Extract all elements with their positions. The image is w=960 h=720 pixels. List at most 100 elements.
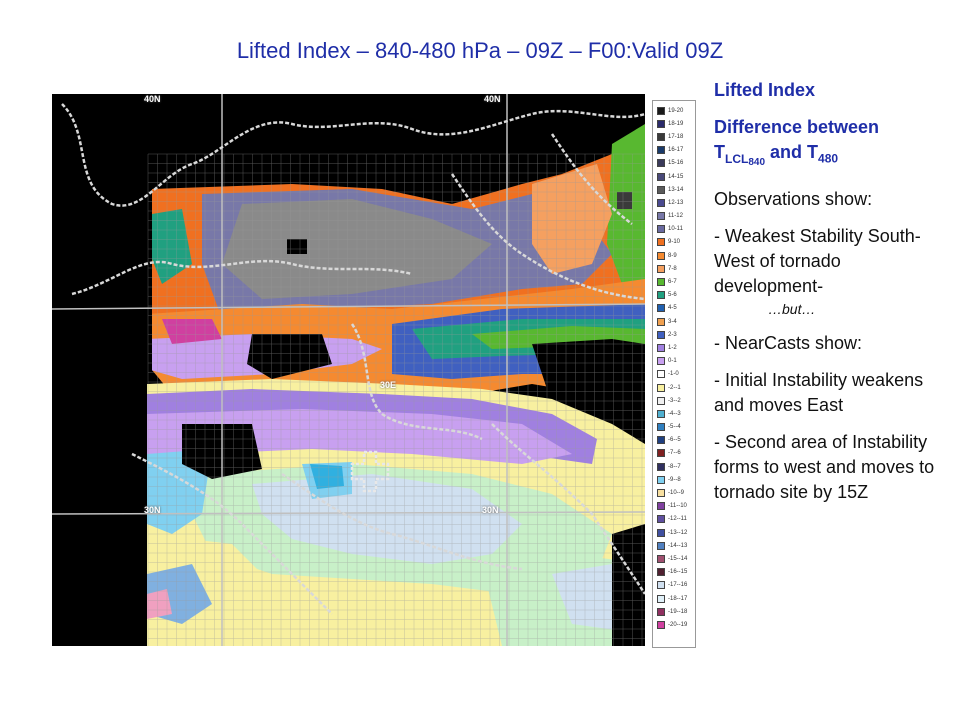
legend-label: 9-10 [668, 239, 681, 246]
legend-label: -5--4 [668, 424, 681, 431]
legend-item: 18-19 [653, 117, 695, 130]
legend-swatch [657, 330, 665, 339]
legend-swatch [657, 568, 665, 577]
legend-swatch [657, 528, 665, 537]
legend-label: -18--17 [668, 595, 688, 602]
legend-swatch [657, 291, 665, 300]
note-initial-instability: - Initial Instability weakens and moves … [714, 369, 924, 415]
legend-label: -20--19 [668, 621, 688, 628]
legend-swatch [657, 212, 665, 221]
legend-swatch [657, 594, 665, 603]
legend-label: -9--8 [668, 476, 681, 483]
legend-swatch [657, 198, 665, 207]
legend-label: -10--9 [668, 490, 685, 497]
legend-item: 19-20 [653, 104, 695, 117]
difference-label: Difference between [714, 117, 880, 137]
legend-swatch [657, 251, 665, 260]
legend-item: -14--13 [653, 539, 695, 552]
legend-label: -11--10 [668, 503, 687, 510]
legend-item: 10-11 [653, 223, 695, 236]
legend-swatch [657, 159, 665, 168]
legend-label: -2--1 [668, 384, 681, 391]
legend-item: -2--1 [653, 381, 695, 394]
legend-item: 2-3 [653, 328, 695, 341]
legend-swatch [657, 238, 665, 247]
legend-swatch [657, 119, 665, 128]
legend-label: -19--18 [668, 608, 688, 615]
legend-swatch [657, 489, 665, 498]
legend-label: 18-19 [668, 120, 684, 127]
legend-swatch [657, 343, 665, 352]
note-second-area: - Second area of Instability forms to we… [714, 431, 935, 502]
legend-swatch [657, 449, 665, 458]
legend-swatch [657, 225, 665, 234]
legend-label: -8--7 [668, 463, 681, 470]
lat-label-top-left: 40N [144, 94, 161, 104]
legend-label: -16--15 [668, 569, 688, 576]
legend-label: 2-3 [668, 331, 677, 338]
legend-item: 6-7 [653, 275, 695, 288]
legend-label: 7-8 [668, 265, 677, 272]
legend-swatch [657, 409, 665, 418]
lon-label-center: 30E [380, 380, 397, 390]
legend-swatch [657, 370, 665, 379]
slide-title: Lifted Index – 840-480 hPa – 09Z – F00:V… [236, 38, 724, 63]
legend-label: -17--16 [668, 582, 688, 589]
observations-label: Observations show: [714, 188, 873, 209]
lifted-index-map: 40N 40N 30E 30N 30N [52, 94, 645, 646]
legend-label: -4--3 [668, 410, 681, 417]
legend-item: -6--5 [653, 434, 695, 447]
legend-item: -19--18 [653, 605, 695, 618]
legend-swatch [657, 146, 665, 155]
legend-swatch [657, 172, 665, 181]
legend-label: 15-16 [668, 160, 684, 167]
side-notes: Lifted Index Difference between TLCL840 … [714, 78, 954, 505]
legend-item: -8--7 [653, 460, 695, 473]
legend-item: 16-17 [653, 144, 695, 157]
legend-swatch [657, 423, 665, 432]
legend-item: -13--12 [653, 526, 695, 539]
lat-label-bottom-left: 30N [144, 505, 161, 515]
legend-item: -18--17 [653, 592, 695, 605]
legend-label: 13-14 [668, 186, 684, 193]
legend-item: 13-14 [653, 183, 695, 196]
legend-item: 8-9 [653, 249, 695, 262]
legend-item: 5-6 [653, 289, 695, 302]
legend-label: -1-0 [668, 371, 679, 378]
legend-label: 11-12 [668, 213, 683, 220]
legend-item: -1-0 [653, 368, 695, 381]
legend-item: 17-18 [653, 130, 695, 143]
legend-item: -11--10 [653, 500, 695, 513]
legend-item: -12--11 [653, 513, 695, 526]
formula-line: TLCL840 and T480 [714, 142, 839, 168]
lat-label-bottom-right: 30N [482, 505, 499, 515]
lat-label-top-right: 40N [484, 94, 501, 104]
legend-swatch [657, 278, 665, 287]
legend-swatch [657, 462, 665, 471]
legend-swatch [657, 502, 665, 511]
legend-item: -4--3 [653, 407, 695, 420]
legend-item: -5--4 [653, 421, 695, 434]
legend-item: 0-1 [653, 355, 695, 368]
legend-swatch [657, 620, 665, 629]
note-nearcasts: - NearCasts show: [714, 332, 863, 353]
legend-swatch [657, 106, 665, 115]
legend-swatch [657, 436, 665, 445]
legend-label: -14--13 [668, 542, 688, 549]
legend-item: 7-8 [653, 262, 695, 275]
legend-swatch [657, 515, 665, 524]
legend-label: 12-13 [668, 199, 684, 206]
legend-swatch [657, 554, 665, 563]
legend-swatch [657, 132, 665, 141]
legend-swatch [657, 264, 665, 273]
map-canvas [52, 94, 645, 646]
legend-label: 5-6 [668, 292, 677, 299]
legend-item: -17--16 [653, 579, 695, 592]
legend-label: 1-2 [668, 344, 677, 351]
note-but: …but… [768, 300, 816, 317]
legend-label: 19-20 [668, 107, 684, 114]
color-scale-legend: 19-20 18-19 17-18 16-17 15-16 14-15 13-14 12-13… [652, 100, 696, 648]
legend-label: 0-1 [668, 358, 677, 365]
legend-swatch [657, 541, 665, 550]
legend-item: -9--8 [653, 473, 695, 486]
